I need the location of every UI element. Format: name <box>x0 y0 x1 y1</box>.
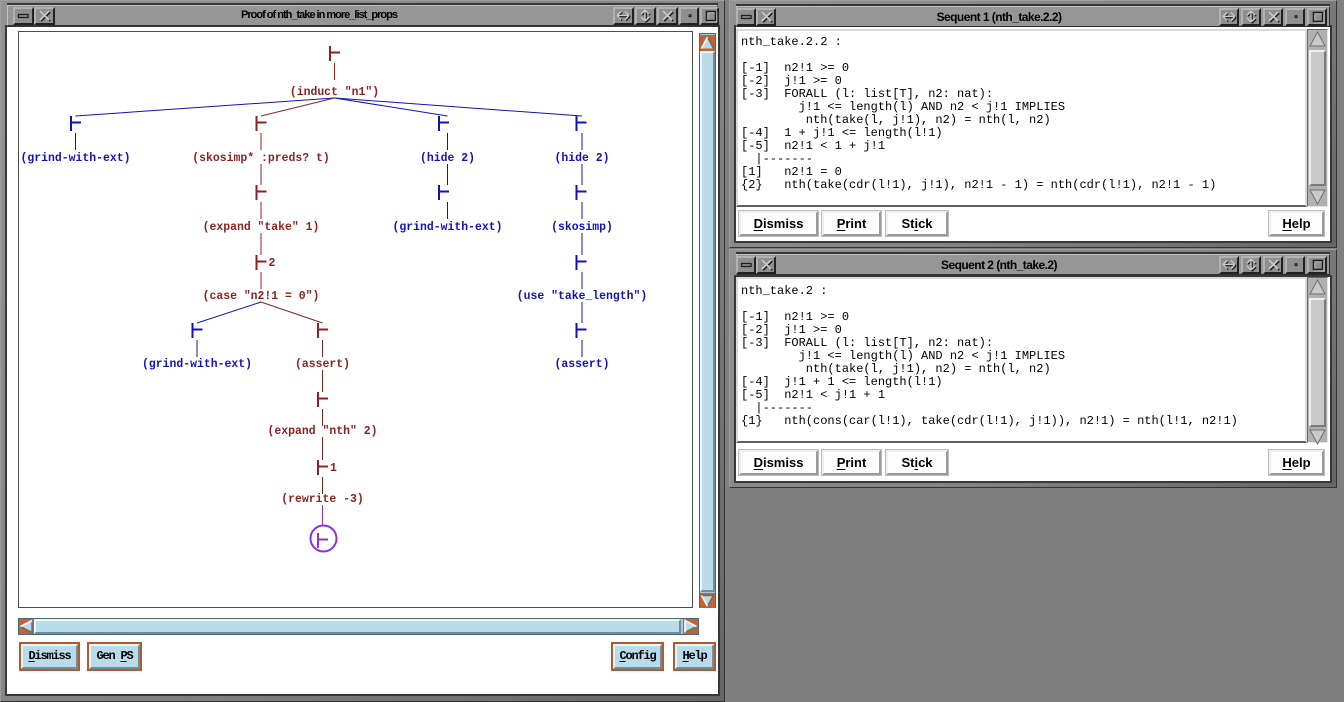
svg-text:(skosimp): (skosimp) <box>551 220 613 234</box>
svg-text:(case "n2!1 = 0"): (case "n2!1 = 0") <box>203 289 320 303</box>
svg-text:2: 2 <box>269 256 276 270</box>
svg-text:(use "take_length"): (use "take_length") <box>517 289 648 303</box>
svg-text:(skosimp* :preds? t): (skosimp* :preds? t) <box>192 151 329 165</box>
svg-text:(assert): (assert) <box>295 357 350 371</box>
svg-text:(hide 2): (hide 2) <box>420 151 475 165</box>
svg-text:(hide 2): (hide 2) <box>555 151 610 165</box>
svg-text:(expand "take" 1): (expand "take" 1) <box>203 220 320 234</box>
svg-text:(rewrite -3): (rewrite -3) <box>281 492 363 506</box>
svg-text:(assert): (assert) <box>555 357 610 371</box>
svg-text:(grind-with-ext): (grind-with-ext) <box>21 151 131 165</box>
svg-text:(expand "nth" 2): (expand "nth" 2) <box>268 424 378 438</box>
svg-text:(grind-with-ext): (grind-with-ext) <box>142 357 252 371</box>
svg-text:(grind-with-ext): (grind-with-ext) <box>393 220 503 234</box>
svg-text:(induct "n1"): (induct "n1") <box>290 85 379 99</box>
svg-text:1: 1 <box>330 461 337 475</box>
